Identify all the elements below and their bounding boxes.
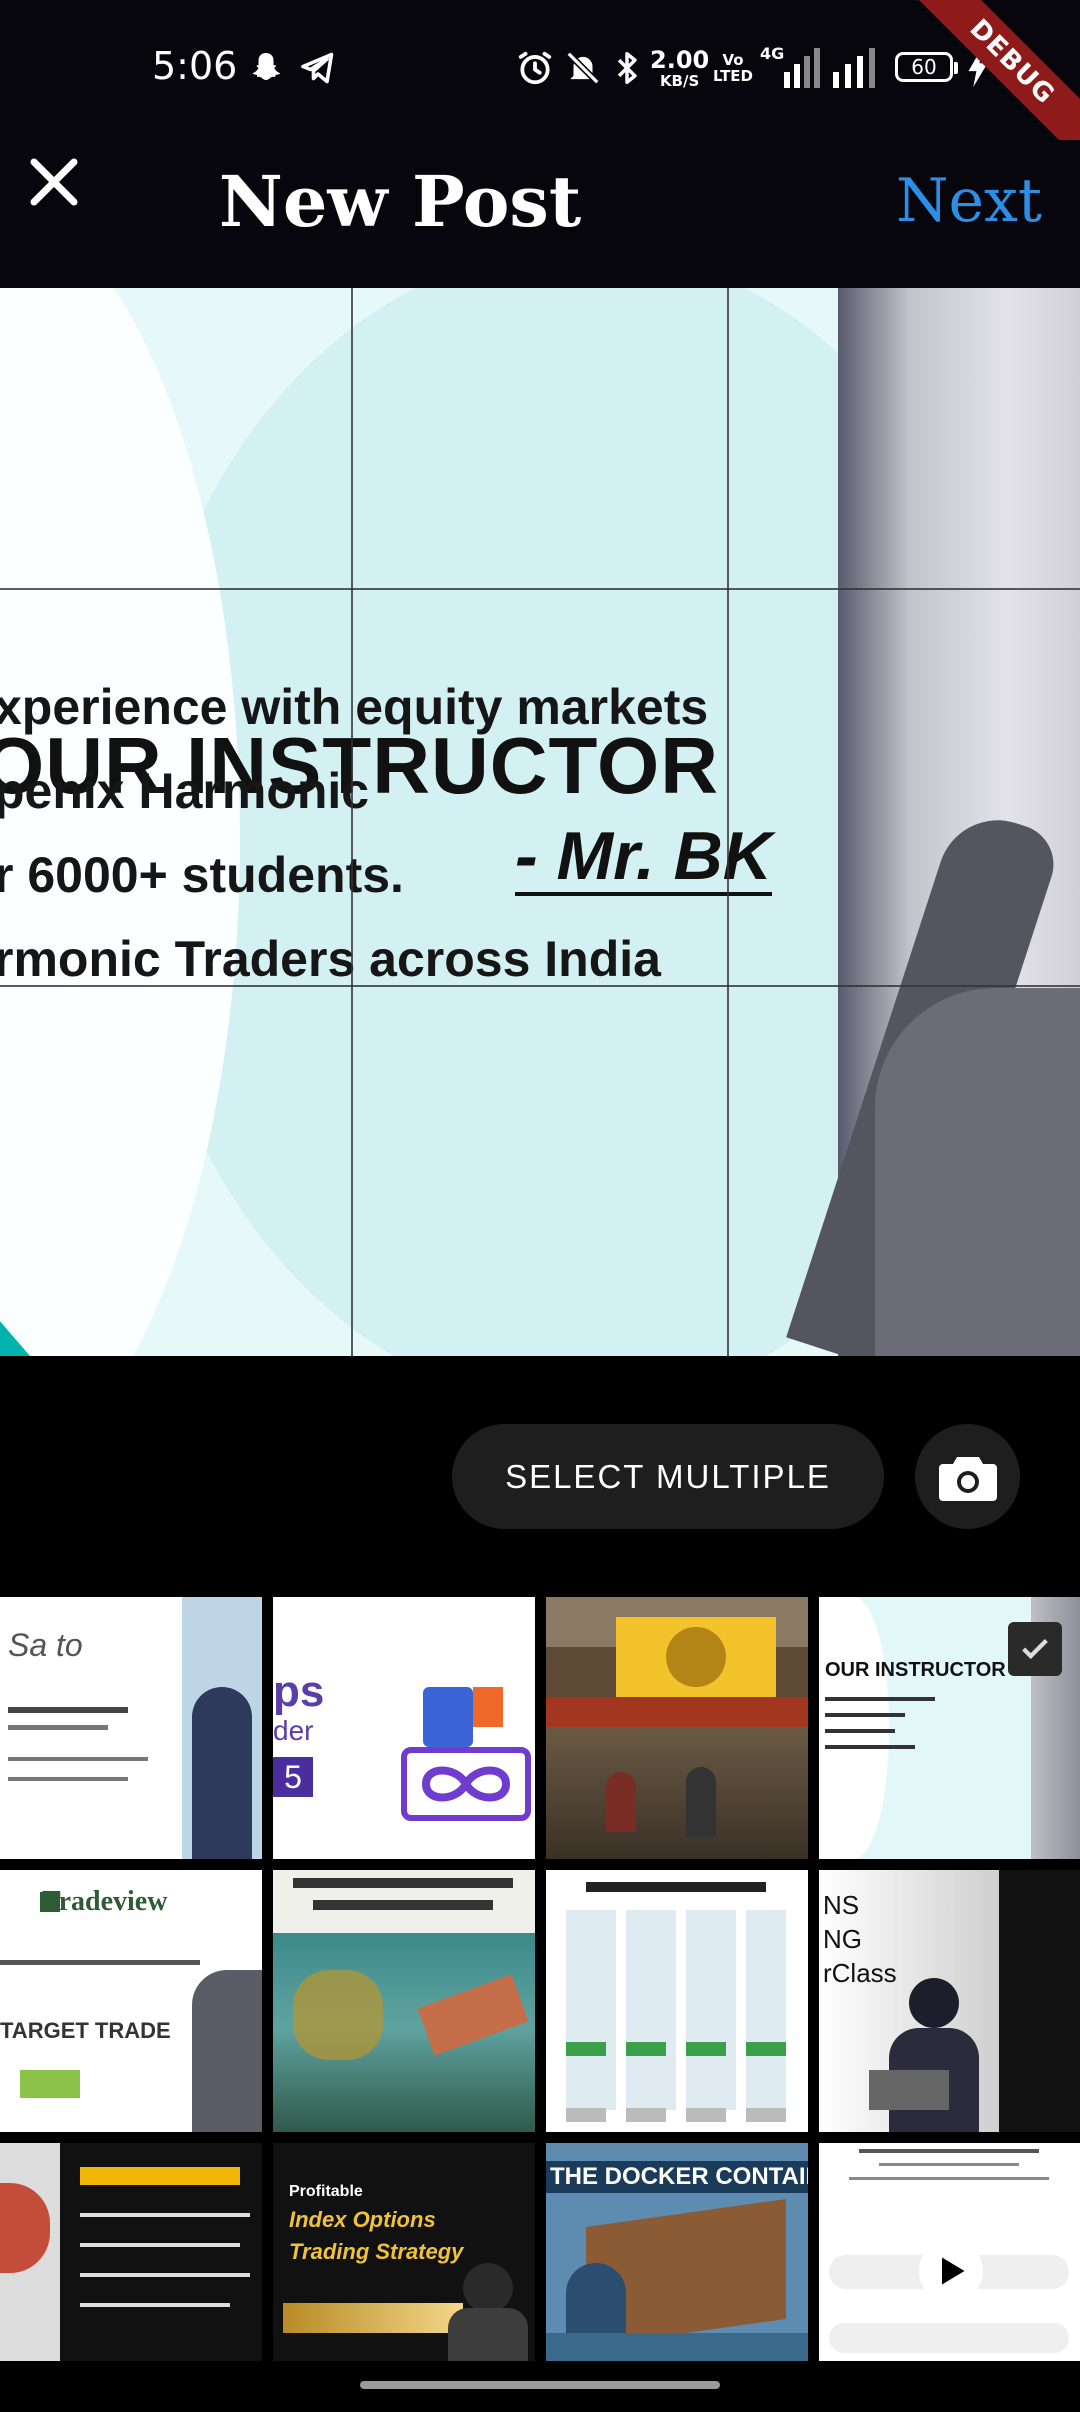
home-indicator[interactable]	[360, 2381, 720, 2389]
gallery-thumbnail[interactable]: NS NG rClass	[819, 1870, 1080, 2132]
preview-background-shape	[0, 288, 240, 1356]
image-preview[interactable]: OUR INSTRUCTOR - Mr. BK xperience with e…	[0, 288, 1080, 1356]
gallery-thumbnail[interactable]	[819, 2143, 1080, 2361]
gallery-thumbnail[interactable]: Tradeview TARGET TRADE	[0, 1870, 262, 2132]
telegram-icon	[300, 48, 336, 88]
page-title: New Post	[218, 160, 582, 243]
gallery-thumbnail[interactable]: THE DOCKER CONTAINER	[546, 2143, 808, 2361]
gallery-thumbnail[interactable]	[0, 2143, 262, 2361]
gallery-thumbnail[interactable]: Sa to	[0, 1597, 262, 1859]
gallery-thumbnail[interactable]: ps der 5	[273, 1597, 535, 1859]
play-icon	[919, 2239, 983, 2303]
snapchat-icon	[248, 48, 284, 88]
camera-button[interactable]	[915, 1424, 1020, 1529]
status-bar: 5:06 2.00 KB/S Vo LTED 4G 60 DEBUG	[0, 0, 1080, 170]
preview-line: r 6000+ students.	[0, 847, 404, 903]
select-multiple-button[interactable]: SELECT MULTIPLE	[452, 1424, 884, 1529]
crop-grid-line	[0, 588, 1080, 590]
network-speed: 2.00 KB/S	[650, 46, 710, 90]
checkmark-icon	[1022, 1638, 1048, 1660]
preview-line: penix Harmonic	[0, 763, 370, 819]
battery-indicator: 60	[895, 52, 958, 82]
camera-icon	[938, 1456, 997, 1501]
preview-person-suit	[875, 988, 1080, 1356]
next-button[interactable]: Next	[896, 166, 1042, 236]
status-time: 5:06	[152, 44, 238, 88]
gallery-thumbnail[interactable]	[546, 1870, 808, 2132]
crop-grid-line	[351, 288, 353, 1356]
gallery-thumbnail[interactable]	[273, 1870, 535, 2132]
alarm-icon	[516, 48, 554, 88]
preview-subheading: - Mr. BK	[515, 818, 772, 896]
gallery-thumbnail[interactable]	[546, 1597, 808, 1859]
crop-grid-line	[0, 985, 1080, 987]
selected-checkbox[interactable]	[1008, 1622, 1062, 1676]
signal-icon	[833, 48, 883, 88]
preview-line: xperience with equity markets	[0, 679, 709, 735]
bluetooth-icon	[612, 48, 642, 88]
app-bar: New Post Next	[0, 140, 1080, 288]
preview-line: rmonic Traders across India	[0, 931, 661, 987]
volte-indicator: Vo LTED	[713, 51, 754, 85]
signal-icon: 4G	[760, 44, 820, 88]
mute-icon	[564, 48, 602, 88]
gallery-thumbnail[interactable]: Profitable Index Options Trading Strateg…	[273, 2143, 535, 2361]
crop-grid-line	[727, 288, 729, 1356]
